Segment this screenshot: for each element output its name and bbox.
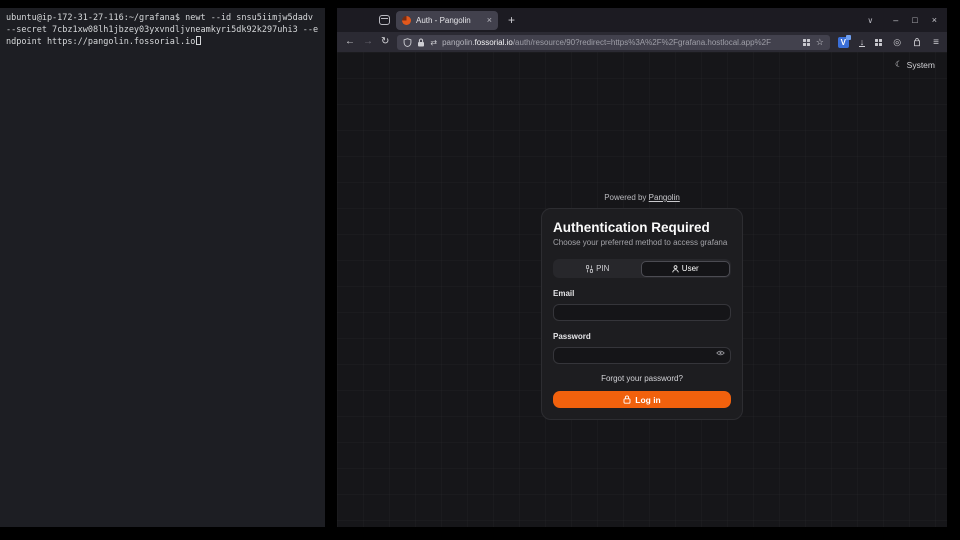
record-circle-extension-icon[interactable]: ◎ [893,37,901,48]
https-lock-icon[interactable] [417,38,425,47]
terminal-line: --secret 7cbz1xw08lh1jbzey03yxvndljvneam… [6,25,319,37]
moon-icon: ☾ [895,59,903,70]
auth-method-tabs: PIN User [553,259,731,278]
password-input[interactable] [553,347,731,364]
forgot-password-link[interactable]: Forgot your password? [553,374,731,383]
browser-tab-bar: Auth - Pangolin × + ∨ – □ × [337,8,947,32]
login-button[interactable]: Log in [553,391,731,408]
window-minimize-icon[interactable]: – [893,15,898,25]
download-icon[interactable]: ↓ [860,37,865,47]
tab-title: Auth - Pangolin [416,16,482,25]
back-icon[interactable]: ← [345,37,355,47]
tab-user[interactable]: User [641,261,730,277]
card-title: Authentication Required [553,220,731,235]
browser-window: Auth - Pangolin × + ∨ – □ × ← → ↻ ⇄ pang… [337,8,947,527]
binary-icon [586,265,593,273]
new-tab-button[interactable]: + [504,13,519,27]
tab-pin[interactable]: PIN [555,261,642,277]
hamburger-menu-icon[interactable]: ≡ [933,37,939,48]
tab-user-label: User [682,264,699,273]
bookmark-star-icon[interactable]: ☆ [816,37,824,48]
firefox-view-icon[interactable] [379,15,390,25]
lock-icon [623,395,631,404]
terminal-line: ndpoint https://pangolin.fossorial.io [6,36,319,49]
tab-close-icon[interactable]: × [487,15,492,25]
puzzle-extensions-icon[interactable] [912,37,922,47]
page-content: ☾ System Powered by Pangolin Authenticat… [337,52,947,527]
email-label: Email [553,289,731,298]
forward-icon[interactable]: → [363,37,373,47]
auth-section: Powered by Pangolin Authentication Requi… [541,193,743,420]
extensions-grid-icon[interactable] [875,39,882,46]
vimium-extension-icon[interactable]: V [838,37,849,48]
url-bar[interactable]: ⇄ pangolin.fossorial.io/auth/resource/90… [397,35,829,50]
browser-toolbar: ← → ↻ ⇄ pangolin.fossorial.io/auth/resou… [337,32,947,52]
theme-toggle[interactable]: ☾ System [895,59,935,70]
pangolin-favicon [402,16,411,25]
window-close-icon[interactable]: × [932,15,937,25]
swap-arrows-icon[interactable]: ⇄ [430,38,437,47]
terminal-window[interactable]: ubuntu@ip-172-31-27-116:~/grafana$ newt … [0,8,325,527]
powered-by: Powered by Pangolin [541,193,743,202]
auth-card: Authentication Required Choose your pref… [541,208,743,420]
tab-auth-pangolin[interactable]: Auth - Pangolin × [396,11,498,30]
tab-pin-label: PIN [596,264,609,273]
pangolin-link[interactable]: Pangolin [649,193,680,202]
card-subtitle: Choose your preferred method to access g… [553,238,731,247]
list-all-tabs-chevron-icon[interactable]: ∨ [867,16,873,25]
terminal-cursor [196,36,201,45]
containers-grid-icon[interactable] [803,39,810,46]
user-icon [672,265,679,273]
password-label: Password [553,332,731,341]
eye-icon[interactable] [716,349,725,357]
tracking-shield-icon[interactable] [403,38,412,47]
url-text: pangolin.fossorial.io/auth/resource/90?r… [442,38,798,47]
theme-toggle-label: System [907,60,935,70]
window-maximize-icon[interactable]: □ [912,15,917,25]
login-button-label: Log in [635,395,661,405]
email-input[interactable] [553,304,731,321]
terminal-line: ubuntu@ip-172-31-27-116:~/grafana$ newt … [6,13,319,25]
reload-icon[interactable]: ↻ [381,37,389,47]
